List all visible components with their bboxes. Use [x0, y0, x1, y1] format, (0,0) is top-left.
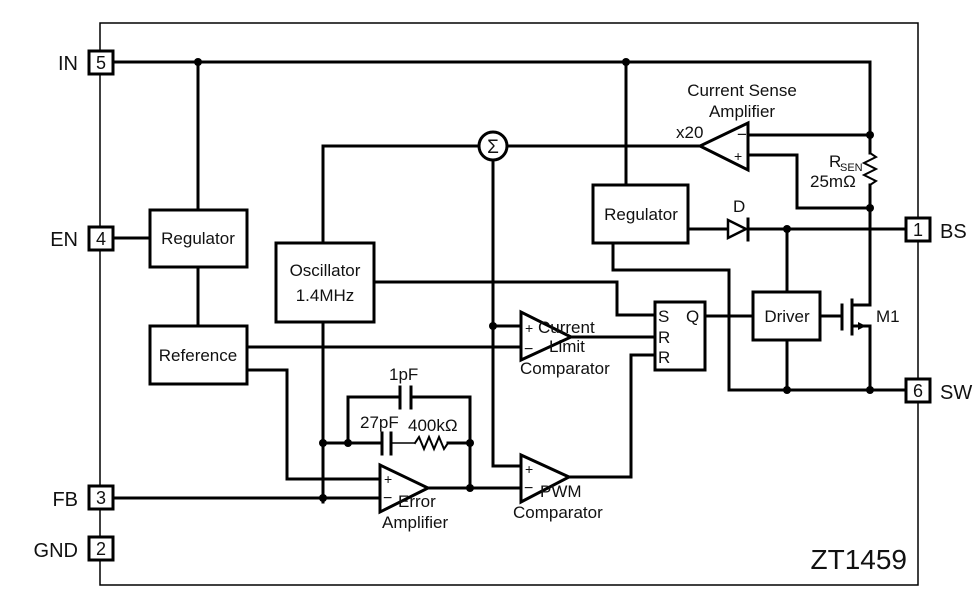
svg-text:27pF: 27pF: [360, 413, 399, 432]
pwm-comparator: + − PWM Comparator: [513, 452, 603, 522]
pin-en: 4 EN: [50, 225, 115, 252]
summer-node: Σ: [477, 130, 509, 162]
svg-text:EN: EN: [50, 229, 78, 251]
svg-text:4: 4: [96, 229, 106, 249]
svg-text:M1: M1: [876, 307, 900, 326]
svg-text:3: 3: [96, 488, 106, 508]
current-limit-comparator: + − Current Limit Comparator: [519, 309, 610, 378]
error-amplifier: + − Error Amplifier: [378, 462, 448, 532]
svg-text:IN: IN: [58, 53, 78, 75]
regulator-left-block: Regulator: [148, 208, 249, 269]
svg-text:Error: Error: [398, 492, 436, 511]
pin-sw: 6 SW: [904, 377, 972, 404]
svg-text:GND: GND: [34, 540, 78, 562]
rsen-resistor: R SEN 25mΩ: [810, 151, 879, 191]
svg-text:Regulator: Regulator: [604, 205, 678, 224]
svg-text:Comparator: Comparator: [520, 359, 610, 378]
svg-text:Amplifier: Amplifier: [382, 513, 448, 532]
svg-text:1pF: 1pF: [389, 365, 418, 384]
svg-text:+: +: [384, 471, 392, 487]
part-number: ZT1459: [811, 544, 908, 575]
svg-text:+: +: [525, 320, 533, 336]
svg-text:−: −: [383, 490, 392, 507]
svg-text:R: R: [658, 328, 670, 347]
svg-text:FB: FB: [52, 489, 78, 511]
oscillator-block: Oscillator 1.4MHz: [274, 241, 376, 324]
regulator-right-block: Regulator: [591, 183, 690, 245]
sr-latch: S R R Q: [653, 300, 707, 372]
svg-text:Q: Q: [686, 307, 699, 326]
capacitor-27pf: 27pF: [360, 413, 399, 456]
svg-text:−: −: [737, 125, 747, 144]
svg-text:S: S: [658, 307, 669, 326]
svg-text:Comparator: Comparator: [513, 503, 603, 522]
svg-text:−: −: [524, 341, 533, 358]
reference-block: Reference: [148, 324, 249, 386]
svg-text:Regulator: Regulator: [161, 229, 235, 248]
svg-text:400kΩ: 400kΩ: [408, 416, 458, 435]
svg-text:6: 6: [913, 381, 923, 401]
pin-fb: 3 FB: [52, 484, 115, 511]
svg-text:BS: BS: [940, 221, 967, 243]
svg-text:Oscillator: Oscillator: [290, 261, 361, 280]
svg-text:Amplifier: Amplifier: [709, 102, 775, 121]
driver-block: Driver: [751, 290, 822, 342]
svg-text:+: +: [525, 461, 533, 477]
svg-text:Limit: Limit: [549, 337, 585, 356]
svg-text:+: +: [734, 148, 742, 164]
svg-text:PWM: PWM: [540, 482, 582, 501]
svg-text:25mΩ: 25mΩ: [810, 172, 856, 191]
svg-text:SW: SW: [940, 382, 972, 404]
svg-text:R: R: [658, 348, 670, 367]
svg-text:D: D: [733, 197, 745, 216]
svg-text:2: 2: [96, 539, 106, 559]
block-diagram: 5 IN 4 EN 3 FB 2 GND 1 BS 6 SW Regulator…: [34, 22, 972, 586]
diode-d: D: [726, 197, 750, 242]
svg-text:−: −: [524, 480, 533, 497]
pin-gnd: 2 GND: [34, 535, 115, 562]
current-sense-amplifier: − + x20 Current Sense Amplifier: [676, 81, 797, 173]
svg-text:Current: Current: [538, 318, 595, 337]
svg-text:5: 5: [96, 53, 106, 73]
svg-text:Driver: Driver: [764, 307, 810, 326]
svg-text:Current Sense: Current Sense: [687, 81, 797, 100]
pin-bs: 1 BS: [904, 216, 967, 243]
svg-text:Σ: Σ: [487, 137, 499, 158]
wires: [112, 60, 908, 504]
pin-in: 5 IN: [58, 49, 115, 76]
svg-text:Reference: Reference: [159, 346, 237, 365]
capacitor-1pf: 1pF: [389, 365, 418, 410]
svg-text:x20: x20: [676, 123, 703, 142]
svg-text:1: 1: [913, 220, 923, 240]
svg-text:1.4MHz: 1.4MHz: [296, 286, 355, 305]
